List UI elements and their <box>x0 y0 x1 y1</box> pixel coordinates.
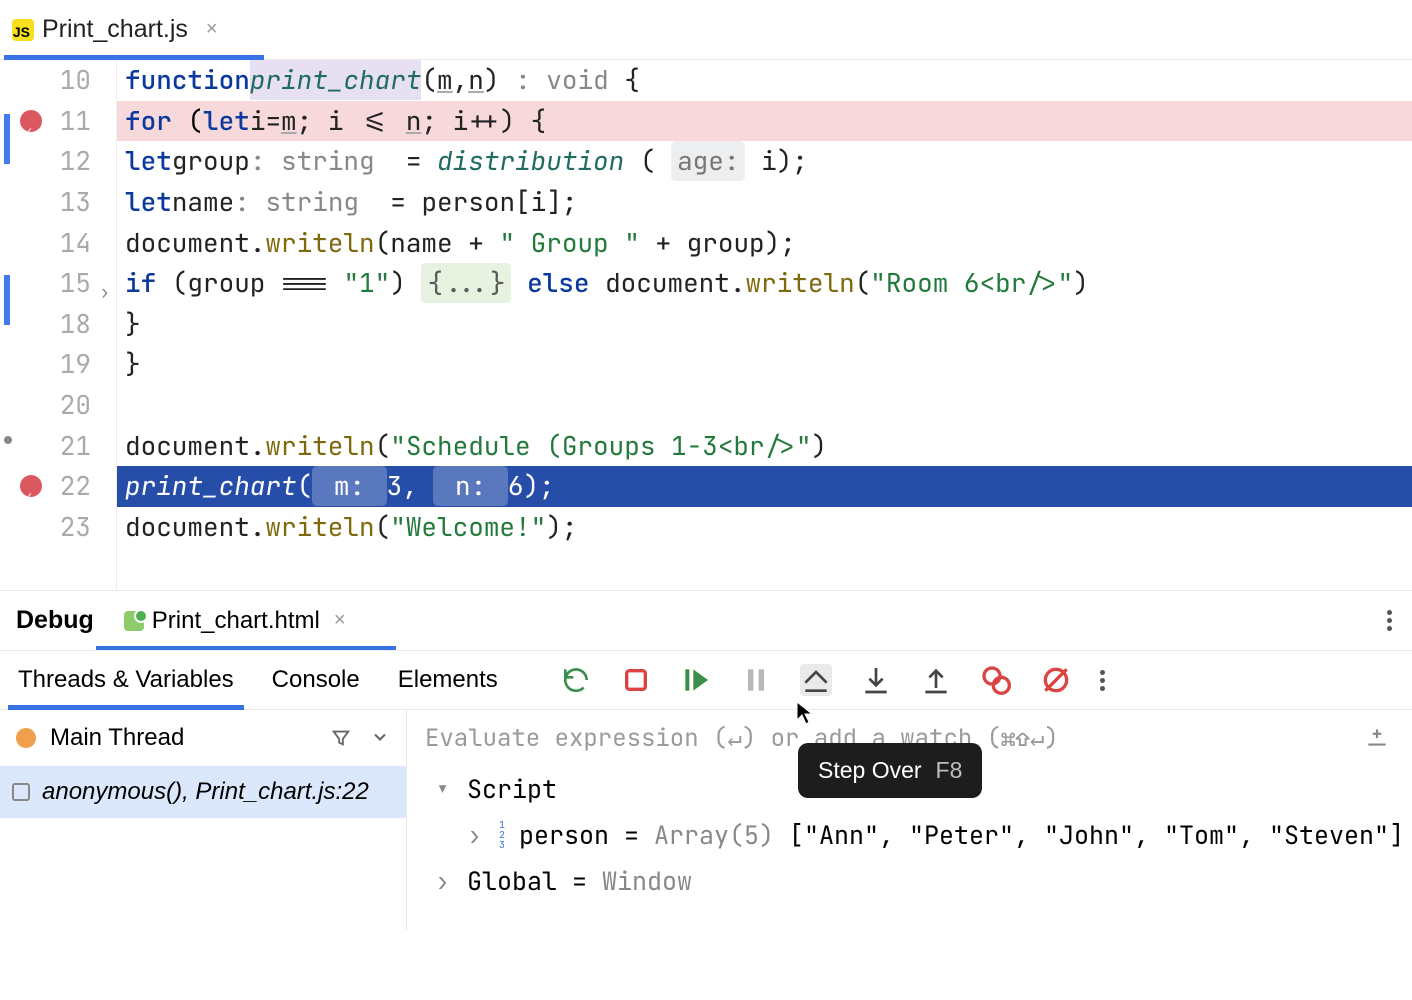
tooltip-shortcut: F8 <box>936 757 963 784</box>
inlay-hint: m: <box>312 466 386 506</box>
code-line: } <box>117 304 1412 345</box>
resume-button[interactable] <box>680 664 712 696</box>
stack-frame[interactable]: anonymous(), Print_chart.js:22 <box>0 766 406 818</box>
line-number: 10 <box>60 60 91 100</box>
breakpoint-icon[interactable] <box>20 475 42 497</box>
code-line: for (let i = m; i <= n; i++) { <box>117 101 1412 142</box>
debug-panel: Main Thread anonymous(), Print_chart.js:… <box>0 710 1412 930</box>
debug-file-label: Print_chart.html <box>152 607 320 635</box>
code-line: if (group === "1") {...} else document.w… <box>117 263 1412 304</box>
code-line <box>117 385 1412 426</box>
breakpoint-icon[interactable] <box>20 110 42 132</box>
step-over-button[interactable] <box>800 664 832 696</box>
code-area[interactable]: function print_chart(m,n) : void { for (… <box>117 60 1412 590</box>
variables-scope[interactable]: › Global = Window <box>407 858 1412 904</box>
debug-tabs: Threads & Variables Console Elements <box>0 650 1412 710</box>
stop-button[interactable] <box>620 664 652 696</box>
thread-status-icon <box>16 728 36 748</box>
js-icon: JS <box>12 19 34 41</box>
code-editor[interactable]: 10 11 12 13 14 ›15 18 19 20 21 22 23 fun… <box>0 60 1412 590</box>
more-icon[interactable] <box>1100 670 1105 691</box>
array-icon: 123 <box>499 820 505 850</box>
code-line: function print_chart(m,n) : void { <box>117 60 1412 101</box>
gutter: 10 11 12 13 14 ›15 18 19 20 21 22 23 <box>0 60 117 590</box>
view-breakpoints-button[interactable] <box>980 664 1012 696</box>
debug-header: Debug Print_chart.html × <box>0 590 1412 650</box>
file-tab[interactable]: JS Print_chart.js × <box>12 0 218 59</box>
debug-title: Debug <box>16 606 94 635</box>
filter-icon[interactable] <box>330 727 352 749</box>
chevron-right-icon[interactable]: › <box>467 818 487 852</box>
rerun-button[interactable] <box>560 664 592 696</box>
code-line: document.writeln(name + " Group " + grou… <box>117 222 1412 263</box>
variable-item[interactable]: › 123 person = Array(5) ["Ann", "Peter",… <box>407 812 1412 858</box>
add-watch-icon[interactable] <box>1364 724 1390 755</box>
step-into-button[interactable] <box>860 664 892 696</box>
close-icon[interactable]: × <box>334 609 346 632</box>
chevron-right-icon[interactable]: › <box>435 864 455 898</box>
execution-line: print_chart( m: 3, n: 6); <box>117 466 1412 507</box>
code-line: let group : string = distribution ( age:… <box>117 141 1412 182</box>
code-line: let name : string = person[i]; <box>117 182 1412 223</box>
code-line: document.writeln("Welcome!"); <box>117 507 1412 548</box>
pause-button[interactable] <box>740 664 772 696</box>
inlay-hint: n: <box>433 466 507 506</box>
mute-breakpoints-button[interactable] <box>1040 664 1072 696</box>
tab-threads-variables[interactable]: Threads & Variables <box>18 651 234 709</box>
frame-icon <box>12 783 30 801</box>
tooltip-step-over: Step Over F8 <box>798 743 982 798</box>
code-line: document.writeln("Schedule (Groups 1-3<b… <box>117 425 1412 466</box>
inlay-hint: age: <box>671 141 745 181</box>
thread-header[interactable]: Main Thread <box>0 710 406 766</box>
file-tab-label: Print_chart.js <box>42 15 188 44</box>
close-icon[interactable]: × <box>206 18 218 41</box>
tab-console[interactable]: Console <box>272 651 360 709</box>
folded-region[interactable]: {...} <box>421 263 511 303</box>
editor-tabbar: JS Print_chart.js × <box>0 0 1412 60</box>
debug-config[interactable]: Print_chart.html × <box>124 591 346 650</box>
html-icon <box>124 611 144 631</box>
tab-elements[interactable]: Elements <box>398 651 498 709</box>
frame-label: anonymous(), Print_chart.js:22 <box>42 778 369 806</box>
thread-name: Main Thread <box>50 724 184 752</box>
chevron-down-icon[interactable]: ▾ <box>435 772 455 806</box>
step-out-button[interactable] <box>920 664 952 696</box>
code-line: } <box>117 344 1412 385</box>
more-icon[interactable] <box>1387 610 1392 631</box>
chevron-down-icon[interactable] <box>370 727 390 747</box>
tooltip-label: Step Over <box>818 757 922 784</box>
debug-toolbar <box>560 664 1105 696</box>
frames-panel: Main Thread anonymous(), Print_chart.js:… <box>0 710 407 930</box>
